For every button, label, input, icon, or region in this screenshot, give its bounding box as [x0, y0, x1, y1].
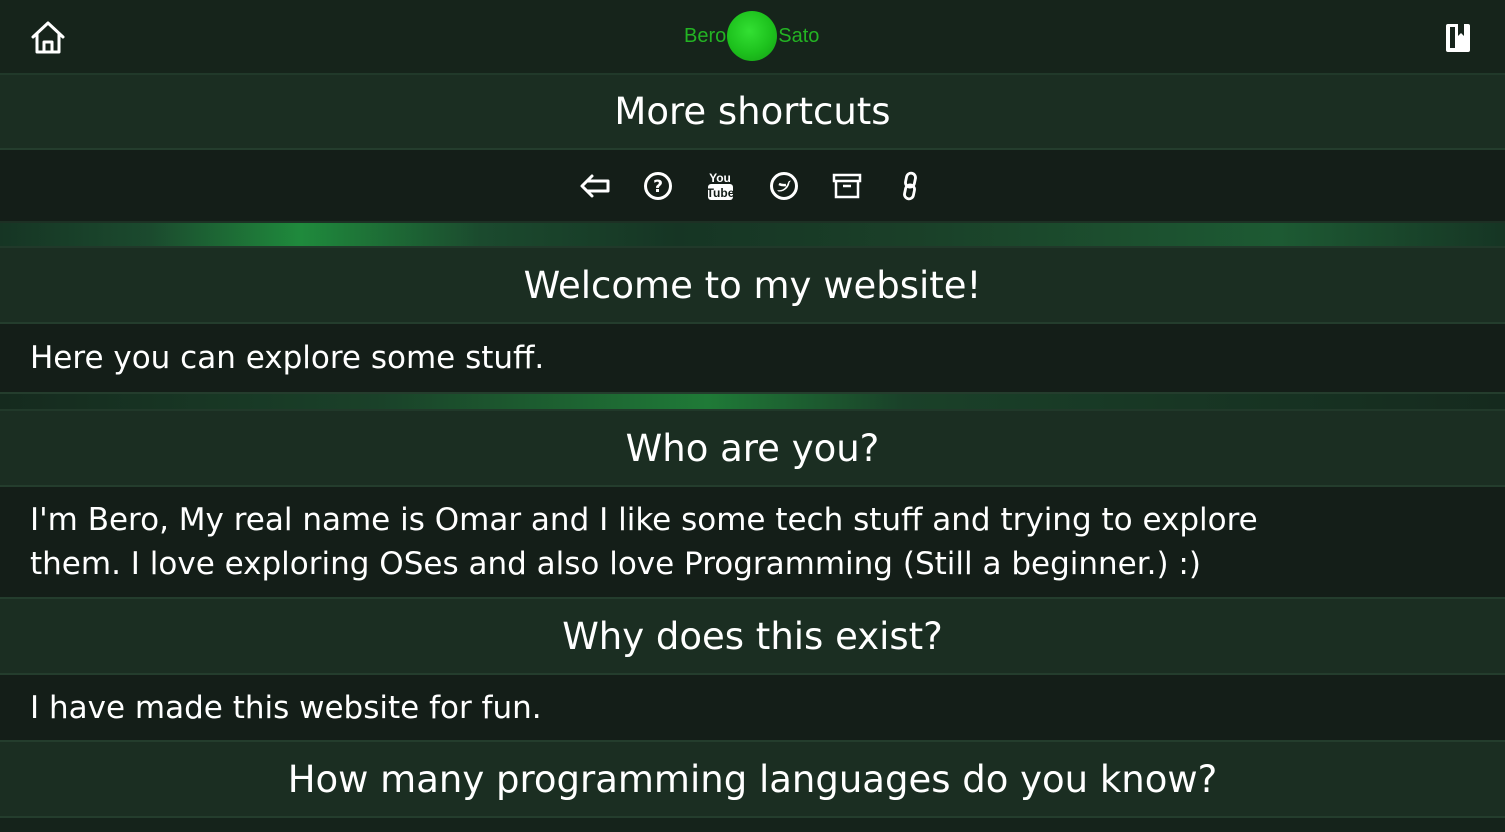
home-button[interactable]: [28, 18, 68, 58]
help-shortcut[interactable]: ?: [642, 170, 674, 202]
section-why-header: Why does this exist?: [0, 599, 1505, 675]
link-icon: [903, 171, 917, 200]
svg-text:You: You: [709, 171, 731, 185]
section-why-body: I have made this website for fun.: [0, 675, 1505, 742]
section-welcome-body: Here you can explore some stuff.: [0, 324, 1505, 394]
twitter-icon: [770, 171, 798, 200]
section-welcome-header: Welcome to my website!: [0, 248, 1505, 324]
section-title: How many programming languages do you kn…: [287, 757, 1218, 801]
archive-shortcut[interactable]: [831, 170, 863, 202]
svg-text:Tube: Tube: [707, 186, 735, 200]
svg-text:?: ?: [653, 177, 663, 197]
help-circle-icon: ?: [644, 171, 672, 200]
book-button[interactable]: [1443, 22, 1473, 54]
section-text: I'm Bero, My real name is Omar and I lik…: [30, 502, 1258, 582]
section-text: Here you can explore some stuff.: [30, 340, 545, 376]
divider-glow: [0, 223, 1505, 248]
site-logo[interactable]: Bero Sato: [684, 11, 819, 61]
section-title: Why does this exist?: [562, 614, 943, 658]
link-shortcut[interactable]: [894, 170, 926, 202]
shortcuts-row: ? You Tube: [0, 150, 1505, 223]
shortcuts-header: More shortcuts: [0, 75, 1505, 150]
top-bar: Bero Sato: [0, 0, 1505, 75]
shortcuts-title: More shortcuts: [614, 90, 891, 133]
archive-icon: [832, 173, 862, 198]
logo-left-text: Bero: [684, 24, 727, 47]
divider-glow: [0, 394, 1505, 411]
section-text: I have made this website for fun.: [30, 689, 542, 726]
youtube-icon: You Tube: [707, 171, 735, 200]
logo-ball-icon: [727, 11, 778, 61]
youtube-shortcut[interactable]: You Tube: [705, 170, 737, 202]
back-shortcut[interactable]: [579, 170, 611, 202]
section-title: Welcome to my website!: [523, 263, 982, 307]
section-who-body: I'm Bero, My real name is Omar and I lik…: [0, 487, 1505, 599]
twitter-shortcut[interactable]: [768, 170, 800, 202]
section-who-header: Who are you?: [0, 411, 1505, 487]
book-icon: [1446, 24, 1470, 52]
back-arrow-icon: [580, 174, 610, 197]
section-languages-header: How many programming languages do you kn…: [0, 742, 1505, 818]
home-icon: [31, 21, 65, 54]
logo-right-text: Sato: [778, 24, 820, 47]
section-title: Who are you?: [625, 426, 880, 470]
